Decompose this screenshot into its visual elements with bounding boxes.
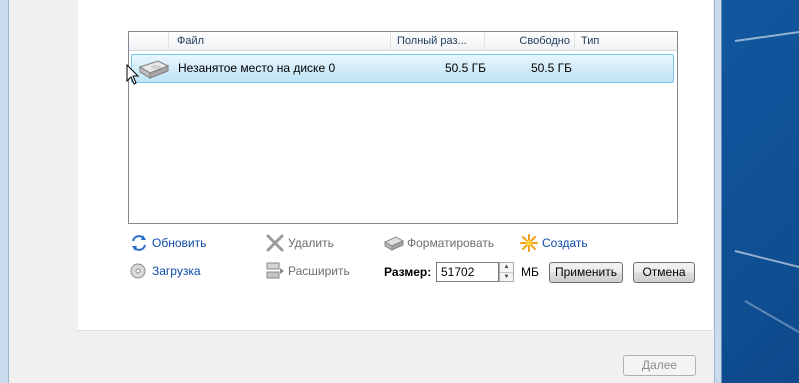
size-spinner[interactable]: ▲ ▼ bbox=[436, 262, 514, 282]
delete-action[interactable]: Удалить bbox=[265, 233, 334, 253]
format-disk-icon bbox=[384, 236, 404, 251]
format-link[interactable]: Форматировать bbox=[407, 233, 494, 253]
column-header-icon[interactable] bbox=[129, 32, 169, 50]
extend-disk-icon bbox=[266, 262, 284, 279]
spin-down-icon[interactable]: ▼ bbox=[500, 273, 513, 282]
column-header-free[interactable]: Свободно bbox=[485, 32, 575, 50]
wallpaper-streak bbox=[744, 300, 799, 337]
wallpaper-streak bbox=[734, 27, 799, 42]
extend-link[interactable]: Расширить bbox=[288, 261, 350, 281]
list-item[interactable]: Незанятое место на диске 0 50.5 ГБ 50.5 … bbox=[131, 54, 674, 83]
refresh-icon bbox=[132, 235, 146, 251]
column-header-total-size[interactable]: Полный раз... bbox=[391, 32, 485, 50]
column-header-type[interactable]: Тип bbox=[575, 32, 677, 50]
create-sparkle-icon bbox=[520, 234, 538, 252]
load-disc-icon bbox=[130, 263, 146, 279]
row-name: Незанятое место на диске 0 bbox=[178, 61, 336, 75]
mouse-cursor-icon bbox=[126, 64, 140, 85]
delete-icon bbox=[266, 234, 284, 252]
wallpaper-streak bbox=[734, 250, 799, 274]
spin-up-icon[interactable]: ▲ bbox=[500, 263, 513, 273]
refresh-action[interactable]: Обновить bbox=[129, 233, 206, 253]
delete-link[interactable]: Удалить bbox=[288, 233, 334, 253]
load-driver-link[interactable]: Загрузка bbox=[152, 261, 201, 281]
cancel-button[interactable]: Отмена bbox=[633, 262, 695, 283]
create-link[interactable]: Создать bbox=[542, 233, 588, 253]
partition-list[interactable]: Файл Полный раз... Свободно Тип Незанято… bbox=[128, 31, 678, 224]
apply-button[interactable]: Применить bbox=[549, 262, 623, 283]
footer-divider bbox=[78, 330, 713, 331]
column-header-file[interactable]: Файл bbox=[169, 32, 391, 50]
size-unit: МБ bbox=[521, 265, 539, 279]
extend-action[interactable]: Расширить bbox=[265, 261, 350, 281]
size-label: Размер: bbox=[384, 265, 432, 279]
list-header: Файл Полный раз... Свободно Тип bbox=[129, 32, 677, 51]
format-action[interactable]: Форматировать bbox=[384, 233, 494, 253]
next-button[interactable]: Далее bbox=[623, 355, 696, 376]
load-driver-action[interactable]: Загрузка bbox=[129, 261, 201, 281]
size-input[interactable] bbox=[436, 262, 499, 282]
hard-disk-icon bbox=[138, 60, 170, 79]
row-free-space: 50.5 ГБ bbox=[530, 61, 572, 75]
refresh-link[interactable]: Обновить bbox=[152, 233, 206, 253]
spinner-arrows[interactable]: ▲ ▼ bbox=[499, 262, 514, 282]
create-action[interactable]: Создать bbox=[519, 233, 588, 253]
row-total-size: 50.5 ГБ bbox=[444, 61, 486, 75]
